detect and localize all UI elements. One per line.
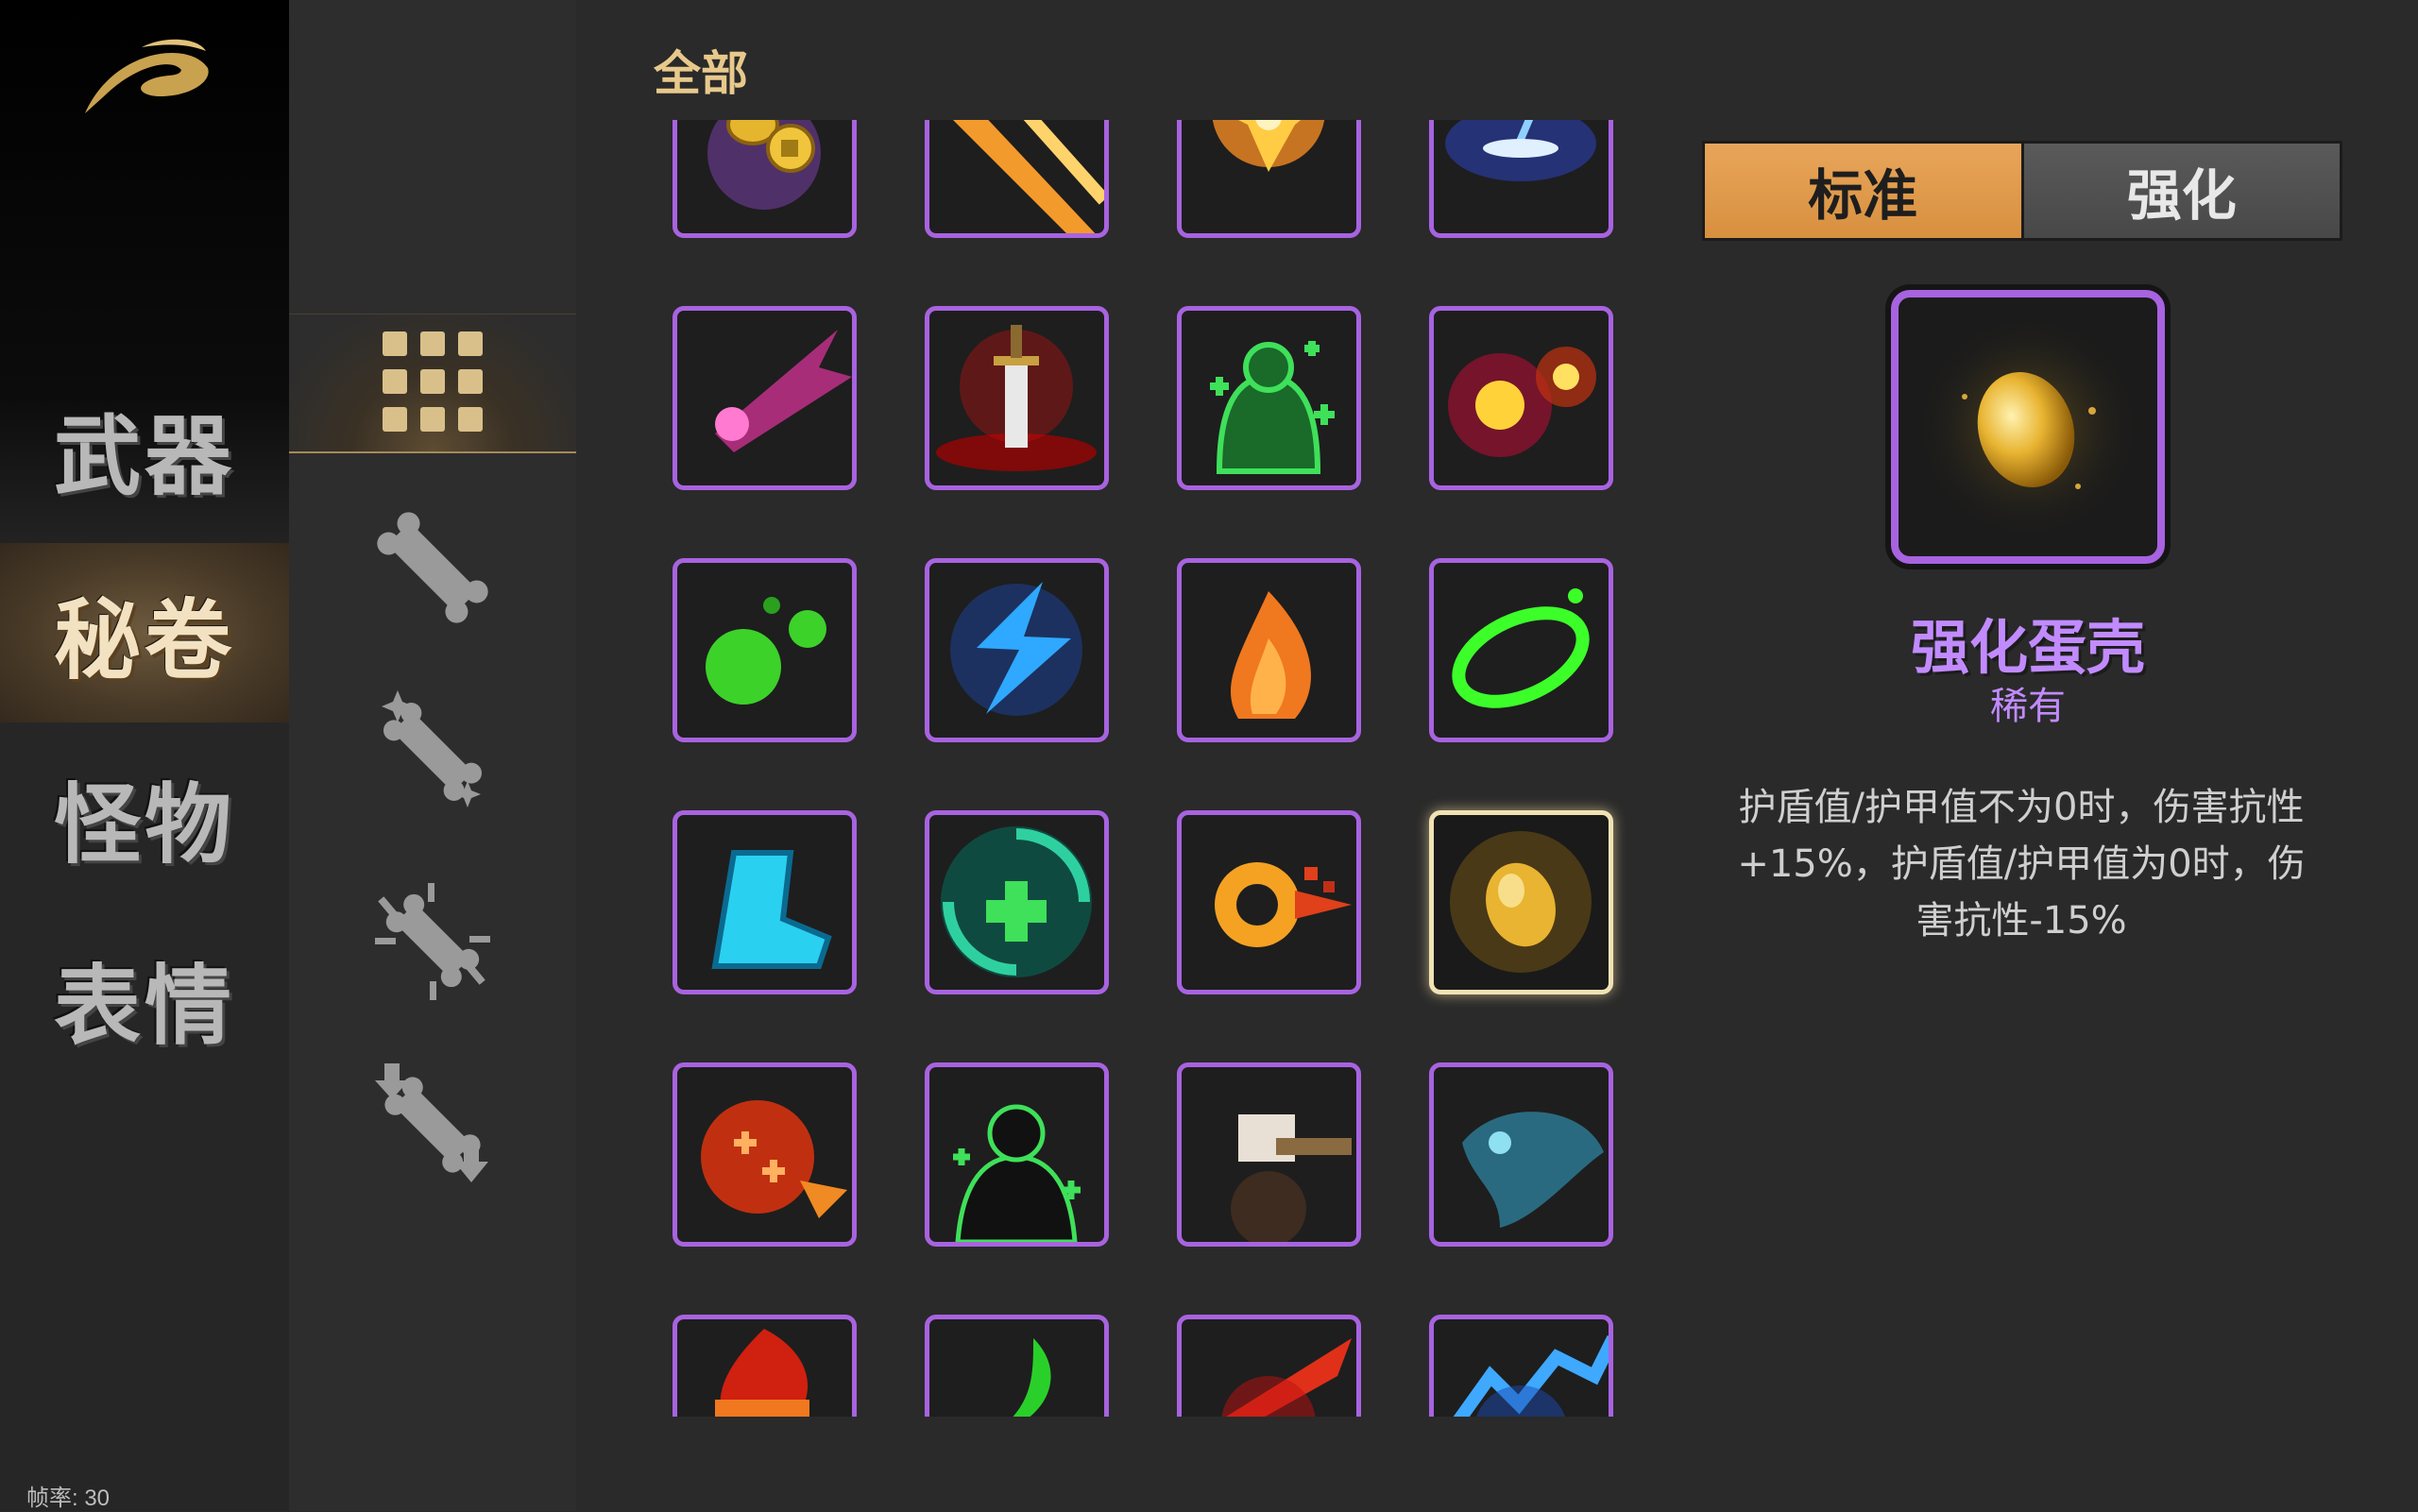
fire-explosion-icon [1182, 120, 1356, 233]
red-debuff-icon [677, 1067, 852, 1242]
filter-scroll-sparkle[interactable] [289, 685, 576, 822]
lightning-strike-icon [1434, 120, 1609, 233]
hammer-icon [1182, 1067, 1356, 1242]
scroll-arrows-icon [371, 1062, 494, 1190]
heal-silhouette-icon [929, 1067, 1104, 1242]
item-tile[interactable] [925, 1315, 1109, 1417]
detail-item-name: 强化蛋壳 [1910, 613, 2145, 682]
filter-column [289, 0, 576, 1511]
item-tile[interactable] [1177, 558, 1361, 742]
item-tile[interactable] [1177, 1062, 1361, 1247]
fps-counter: 帧率: 30 [26, 1486, 111, 1511]
item-tile[interactable] [673, 1315, 857, 1417]
filter-scroll-burst[interactable] [289, 874, 576, 1011]
item-tile[interactable] [1429, 1062, 1613, 1247]
item-tile[interactable] [925, 558, 1109, 742]
detail-item-rarity: 稀有 [1990, 685, 2066, 728]
grid-header: 全部 [654, 46, 748, 101]
scroll-icon [371, 506, 494, 633]
item-tile[interactable] [1429, 306, 1613, 490]
heal-vortex-icon [929, 815, 1104, 990]
category-emotes[interactable]: 表情 [0, 909, 289, 1088]
fire-swirl-icon [1182, 815, 1356, 990]
item-tile[interactable] [673, 306, 857, 490]
item-tile[interactable] [1429, 120, 1613, 238]
category-sidebar: 武器 秘卷 怪物 表情 帧率: 30 [0, 0, 289, 1511]
red-fire-icon [677, 1319, 852, 1417]
blue-lightning-icon [929, 563, 1104, 738]
green-claw-icon [929, 1319, 1104, 1417]
item-tile[interactable] [1177, 306, 1361, 490]
fire-slash-icon [929, 120, 1104, 233]
green-slime-icon [677, 563, 852, 738]
double-explosion-icon [1434, 311, 1609, 485]
red-slash-icon [1182, 1319, 1356, 1417]
orange-flame-icon [1182, 563, 1356, 738]
filter-scroll[interactable] [289, 501, 576, 637]
item-tile[interactable] [1429, 1315, 1613, 1417]
item-tile[interactable] [1177, 120, 1361, 238]
item-tile[interactable] [925, 120, 1109, 238]
ghost-wing-icon [1434, 1067, 1609, 1242]
category-weapons[interactable]: 武器 [0, 359, 289, 538]
item-tile[interactable] [925, 306, 1109, 490]
standard-toggle-button[interactable]: 标准 [1705, 144, 2024, 238]
category-monsters[interactable]: 怪物 [0, 727, 289, 907]
item-tile[interactable] [673, 1062, 857, 1247]
detail-item-icon [1891, 290, 2165, 564]
item-tile[interactable] [1429, 558, 1613, 742]
item-tile[interactable] [1429, 810, 1613, 994]
blood-sword-icon [929, 311, 1104, 485]
blue-shock-icon [1434, 1319, 1609, 1417]
item-tile[interactable] [1177, 810, 1361, 994]
green-heal-aura-icon [1182, 311, 1356, 485]
item-tile[interactable] [673, 120, 857, 238]
gold-coins-icon [677, 120, 852, 233]
item-grid[interactable] [654, 120, 1636, 1417]
detail-item-description: 护盾值/护甲值不为0时，伤害抗性+15%，护盾值/护甲值为0时，伤害抗性-15% [1737, 786, 2306, 943]
filter-scroll-arrows[interactable] [289, 1058, 576, 1195]
pink-dash-icon [677, 311, 852, 485]
item-tile[interactable] [925, 810, 1109, 994]
item-tile[interactable] [925, 1062, 1109, 1247]
golden-egg-icon [1899, 314, 2157, 560]
category-scrolls[interactable]: 秘卷 [0, 543, 289, 722]
cyan-boot-icon [677, 815, 852, 990]
enhanced-toggle-button[interactable]: 强化 [2023, 144, 2340, 238]
mode-toggle: 标准 强化 [1702, 141, 2342, 241]
item-tile[interactable] [1177, 1315, 1361, 1417]
scroll-burst-icon [371, 879, 494, 1006]
brush-logo-icon [76, 30, 217, 125]
scroll-sparkle-icon [371, 689, 494, 817]
filter-all[interactable] [289, 314, 576, 453]
grid-all-icon [381, 330, 485, 437]
golden-egg-icon [1434, 815, 1609, 990]
item-tile[interactable] [673, 810, 857, 994]
item-tile[interactable] [673, 558, 857, 742]
green-ring-icon [1434, 563, 1609, 738]
